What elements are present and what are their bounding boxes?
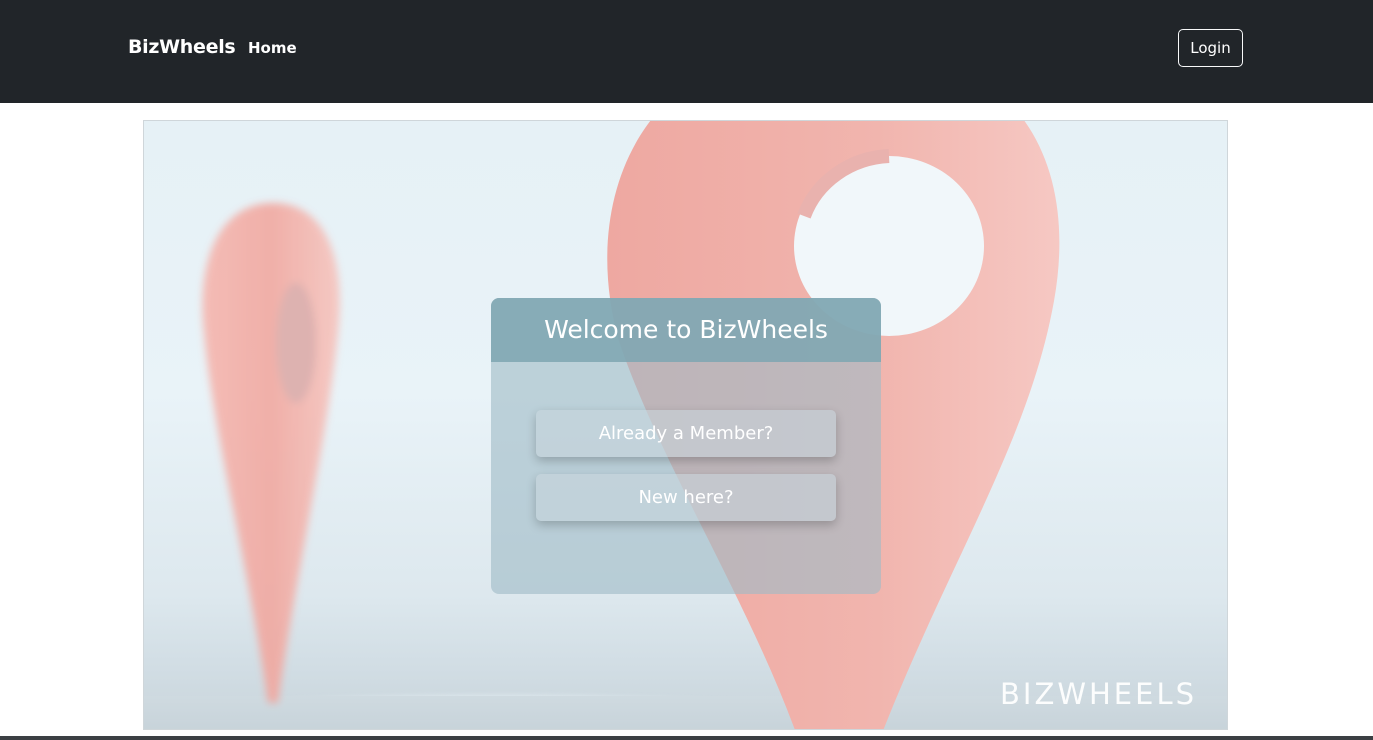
brand-logo-link[interactable]: BizWheels <box>128 36 236 58</box>
new-here-button[interactable]: New here? <box>536 474 836 521</box>
map-pin-small-image <box>202 203 340 703</box>
already-member-button[interactable]: Already a Member? <box>536 410 836 457</box>
brand-watermark: BIZWHEELS <box>1000 677 1198 711</box>
login-button[interactable]: Login <box>1178 29 1243 67</box>
hero-banner: BIZWHEELS Welcome to BizWheels Already a… <box>143 120 1228 730</box>
nav-link-home[interactable]: Home <box>248 39 297 57</box>
welcome-card: Welcome to BizWheels Already a Member? N… <box>491 298 881 594</box>
window-bottom-edge <box>0 736 1373 740</box>
navbar: BizWheels Home Login <box>0 0 1373 103</box>
welcome-title: Welcome to BizWheels <box>491 298 881 362</box>
